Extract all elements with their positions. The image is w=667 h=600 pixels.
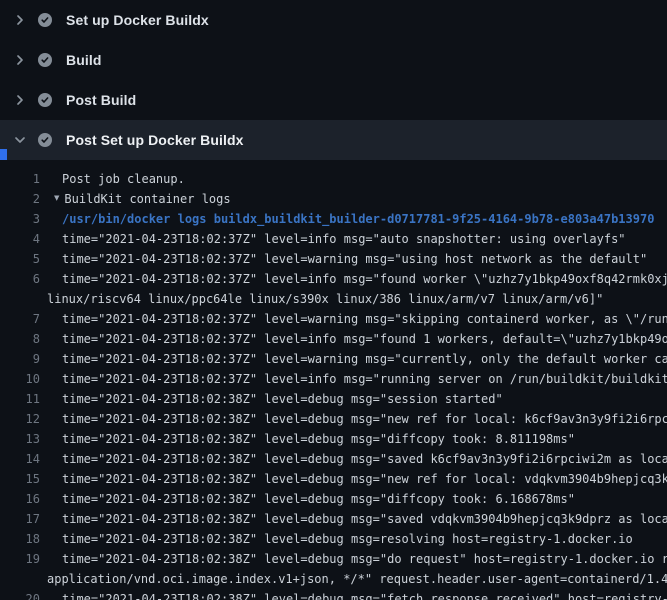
step-row-set-up-docker-buildx[interactable]: Set up Docker Buildx <box>0 0 667 40</box>
log-line-number[interactable]: 2 <box>0 189 40 209</box>
log-line-number[interactable]: 8 <box>0 329 40 349</box>
log-line-number[interactable]: 13 <box>0 429 40 449</box>
log-command-text: /usr/bin/docker logs buildx_buildkit_bui… <box>40 209 654 229</box>
log-row: 9time="2021-04-23T18:02:37Z" level=warni… <box>0 349 667 369</box>
log-line-text: time="2021-04-23T18:02:38Z" level=debug … <box>40 429 575 449</box>
log-line-number[interactable]: 10 <box>0 369 40 389</box>
log-row: 15time="2021-04-23T18:02:38Z" level=debu… <box>0 469 667 489</box>
check-circle-icon <box>37 12 53 28</box>
log-line-text: time="2021-04-23T18:02:38Z" level=debug … <box>40 549 667 569</box>
log-line-text: time="2021-04-23T18:02:37Z" level=info m… <box>40 329 667 349</box>
log-line-text: time="2021-04-23T18:02:38Z" level=debug … <box>40 449 667 469</box>
log-line-number[interactable]: 18 <box>0 529 40 549</box>
log-line-text-wrap: application/vnd.oci.image.index.v1+json,… <box>0 569 667 589</box>
log-line-number[interactable]: 3 <box>0 209 40 229</box>
log-line-text: time="2021-04-23T18:02:37Z" level=info m… <box>40 269 667 289</box>
log-row: 17time="2021-04-23T18:02:38Z" level=debu… <box>0 509 667 529</box>
log-line-number[interactable]: 15 <box>0 469 40 489</box>
log-line-number[interactable]: 11 <box>0 389 40 409</box>
log-row: 1Post job cleanup. <box>0 169 667 189</box>
log-row: 20time="2021-04-23T18:02:38Z" level=debu… <box>0 589 667 600</box>
log-line-text: time="2021-04-23T18:02:37Z" level=info m… <box>40 369 667 389</box>
step-label: Set up Docker Buildx <box>66 12 209 28</box>
chevron-right-icon <box>12 92 28 108</box>
check-circle-icon <box>37 132 53 148</box>
log-line-text: time="2021-04-23T18:02:37Z" level=info m… <box>40 229 626 249</box>
log-row: 6time="2021-04-23T18:02:37Z" level=info … <box>0 269 667 289</box>
chevron-right-icon <box>12 12 28 28</box>
log-group-toggle[interactable]: ▼BuildKit container logs <box>40 189 231 209</box>
log-line-text: time="2021-04-23T18:02:38Z" level=debug … <box>40 529 633 549</box>
log-line-text: time="2021-04-23T18:02:38Z" level=debug … <box>40 509 667 529</box>
log-line-text: time="2021-04-23T18:02:37Z" level=warnin… <box>40 349 667 369</box>
log-group-title: BuildKit container logs <box>64 189 230 209</box>
check-circle-icon <box>37 92 53 108</box>
log-row: 19time="2021-04-23T18:02:38Z" level=debu… <box>0 549 667 569</box>
chevron-right-icon <box>12 52 28 68</box>
log-line-text: time="2021-04-23T18:02:38Z" level=debug … <box>40 389 503 409</box>
check-circle-icon <box>37 52 53 68</box>
log-row: 8time="2021-04-23T18:02:37Z" level=info … <box>0 329 667 349</box>
log-line-text: time="2021-04-23T18:02:38Z" level=debug … <box>40 409 667 429</box>
log-line-text: Post job cleanup. <box>40 169 185 189</box>
log-line-number[interactable]: 14 <box>0 449 40 469</box>
log-row: 3/usr/bin/docker logs buildx_buildkit_bu… <box>0 209 667 229</box>
log-area[interactable]: 1Post job cleanup.2▼BuildKit container l… <box>0 160 667 600</box>
log-row: 7time="2021-04-23T18:02:37Z" level=warni… <box>0 309 667 329</box>
log-line-number[interactable]: 9 <box>0 349 40 369</box>
log-row: 13time="2021-04-23T18:02:38Z" level=debu… <box>0 429 667 449</box>
step-label: Post Set up Docker Buildx <box>66 132 244 148</box>
step-row-build[interactable]: Build <box>0 40 667 80</box>
log-line-number[interactable]: 4 <box>0 229 40 249</box>
log-line-text: time="2021-04-23T18:02:38Z" level=debug … <box>40 589 667 600</box>
log-line-number[interactable]: 6 <box>0 269 40 289</box>
log-line-number[interactable]: 20 <box>0 589 40 600</box>
log-row: 4time="2021-04-23T18:02:37Z" level=info … <box>0 229 667 249</box>
log-row: 12time="2021-04-23T18:02:38Z" level=debu… <box>0 409 667 429</box>
log-line-number[interactable]: 5 <box>0 249 40 269</box>
log-viewer: Set up Docker Buildx Build Post Build <box>0 0 667 600</box>
log-line-text: time="2021-04-23T18:02:38Z" level=debug … <box>40 489 575 509</box>
log-line-text: time="2021-04-23T18:02:38Z" level=debug … <box>40 469 667 489</box>
log-row: 14time="2021-04-23T18:02:38Z" level=debu… <box>0 449 667 469</box>
log-row: 11time="2021-04-23T18:02:38Z" level=debu… <box>0 389 667 409</box>
step-row-post-set-up-docker-buildx[interactable]: Post Set up Docker Buildx <box>0 120 667 160</box>
log-line-number[interactable]: 7 <box>0 309 40 329</box>
log-line-number[interactable]: 12 <box>0 409 40 429</box>
log-row: 2▼BuildKit container logs <box>0 189 667 209</box>
log-row: 18time="2021-04-23T18:02:38Z" level=debu… <box>0 529 667 549</box>
log-line-number[interactable]: 19 <box>0 549 40 569</box>
log-row: 16time="2021-04-23T18:02:38Z" level=debu… <box>0 489 667 509</box>
log-line-number[interactable]: 17 <box>0 509 40 529</box>
log-row: linux/riscv64 linux/ppc64le linux/s390x … <box>0 289 667 309</box>
log-row: 5time="2021-04-23T18:02:37Z" level=warni… <box>0 249 667 269</box>
focus-edge-fragment <box>0 149 7 160</box>
log-row: 10time="2021-04-23T18:02:37Z" level=info… <box>0 369 667 389</box>
step-row-post-build[interactable]: Post Build <box>0 80 667 120</box>
log-line-text-wrap: linux/riscv64 linux/ppc64le linux/s390x … <box>0 289 603 309</box>
log-line-text: time="2021-04-23T18:02:37Z" level=warnin… <box>40 309 667 329</box>
log-line-number[interactable]: 1 <box>0 169 40 189</box>
step-list: Set up Docker Buildx Build Post Build <box>0 0 667 160</box>
step-label: Build <box>66 52 102 68</box>
triangle-down-icon: ▼ <box>54 189 59 209</box>
log-line-number[interactable]: 16 <box>0 489 40 509</box>
chevron-down-icon <box>12 132 28 148</box>
step-label: Post Build <box>66 92 136 108</box>
log-row: application/vnd.oci.image.index.v1+json,… <box>0 569 667 589</box>
log-line-text: time="2021-04-23T18:02:37Z" level=warnin… <box>40 249 647 269</box>
